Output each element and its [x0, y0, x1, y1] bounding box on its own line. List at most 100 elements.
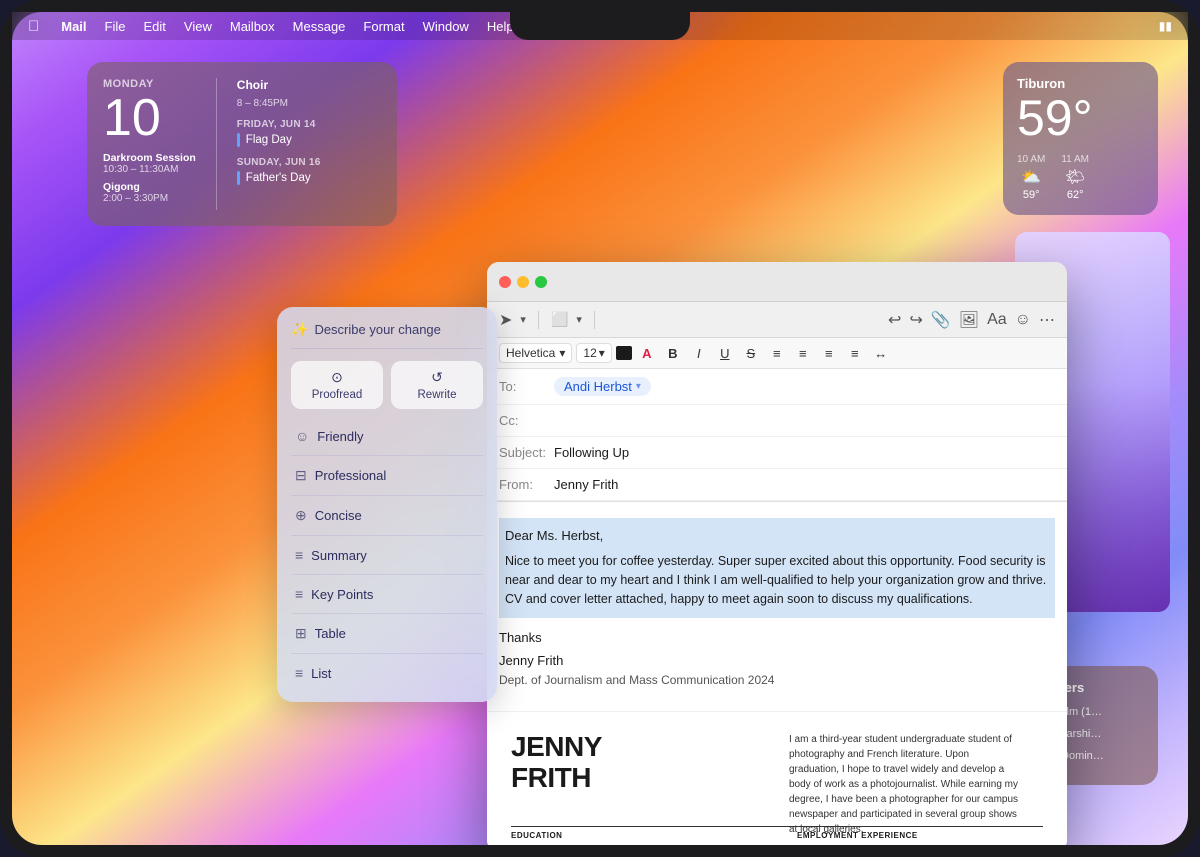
calendar-section-date-1: FRIDAY, JUN 14: [237, 119, 381, 130]
more-format-btn[interactable]: ↔: [870, 342, 892, 364]
from-value: Jenny Frith: [554, 477, 1055, 492]
subject-field-row: Subject: Following Up: [487, 437, 1067, 469]
ai-separator-3: [291, 535, 483, 536]
ai-option-professional[interactable]: ⊟ Professional: [291, 460, 483, 491]
calendar-event-qigong: Qigong 2:00 – 3:30PM: [103, 181, 196, 204]
proofread-button[interactable]: ⊙ Proofread: [291, 361, 383, 409]
font-size-selector[interactable]: 12 ▾: [576, 343, 611, 363]
more-icon[interactable]: ⋯: [1039, 310, 1055, 330]
calendar-flag-day: Flag Day: [237, 133, 381, 147]
calendar-choir-time: 8 – 8:45PM: [237, 98, 381, 109]
mail-body-paragraph: Nice to meet you for coffee yesterday. S…: [505, 552, 1049, 610]
italic-btn[interactable]: I: [688, 342, 710, 364]
ai-actions-row: ⊙ Proofread ↺ Rewrite: [291, 361, 483, 409]
mail-body[interactable]: Dear Ms. Herbst, Nice to meet you for co…: [487, 502, 1067, 712]
menu-mail[interactable]: Mail: [61, 19, 86, 34]
resume-education-text: Expected June 2024 BACHELOR OF FINE ARTS…: [511, 844, 757, 845]
mail-body-selected-text: Dear Ms. Herbst, Nice to meet you for co…: [499, 518, 1055, 618]
text-color-swatch[interactable]: [616, 346, 632, 360]
minimize-button[interactable]: [517, 276, 529, 288]
ai-option-summary[interactable]: ≡ Summary: [291, 540, 483, 570]
proofread-icon: ⊙: [297, 369, 377, 386]
undo-icon[interactable]: ↩: [888, 310, 901, 330]
mail-thanks: Thanks: [499, 628, 1055, 648]
close-button[interactable]: [499, 276, 511, 288]
apple-menu[interactable]: : [28, 18, 39, 35]
calendar-divider: [216, 78, 217, 210]
keypoints-icon: ≡: [295, 586, 303, 602]
ai-separator-4: [291, 574, 483, 575]
traffic-lights: [499, 276, 547, 288]
photo-icon[interactable]: 🖼: [959, 310, 979, 330]
send-dropdown-icon[interactable]: ▾: [520, 313, 526, 326]
emoji-icon[interactable]: ☺: [1015, 311, 1031, 329]
ai-option-table[interactable]: ⊞ Table: [291, 618, 483, 649]
tablet-frame:  Mail File Edit View Mailbox Message Fo…: [0, 0, 1200, 857]
attach-icon[interactable]: 📎: [931, 310, 951, 330]
font-selector[interactable]: Helvetica ▾: [499, 343, 572, 363]
ai-option-friendly[interactable]: ☺ Friendly: [291, 421, 483, 451]
menu-view[interactable]: View: [184, 19, 212, 34]
menu-file[interactable]: File: [105, 19, 126, 34]
align-left-btn[interactable]: ≡: [766, 342, 788, 364]
weather-city: Tiburon: [1017, 76, 1144, 91]
from-label: From:: [499, 477, 554, 492]
to-value: Andi Herbst ▾: [554, 377, 1055, 396]
ai-panel-title: Describe your change: [314, 322, 440, 337]
menu-mailbox[interactable]: Mailbox: [230, 19, 275, 34]
redo-icon[interactable]: ↪: [909, 310, 922, 330]
menu-message[interactable]: Message: [293, 19, 346, 34]
list-format-btn[interactable]: ≡: [844, 342, 866, 364]
from-field-row: From: Jenny Frith: [487, 469, 1067, 501]
view-dropdown-icon[interactable]: ▾: [576, 313, 582, 326]
ai-separator-2: [291, 495, 483, 496]
rewrite-button[interactable]: ↺ Rewrite: [391, 361, 483, 409]
menu-format[interactable]: Format: [363, 19, 404, 34]
camera-notch: [510, 12, 690, 40]
mail-signature-name: Jenny Frith: [499, 651, 1055, 671]
resume-intro: I am a third-year student undergraduate …: [789, 732, 1019, 837]
compose-view-icon[interactable]: ⬜: [551, 311, 568, 328]
menu-window[interactable]: Window: [423, 19, 469, 34]
mail-window: ➤ ▾ ⬜ ▾ ↩ ↪ 📎 🖼 Aa ☺ ⋯ Helvetica ▾: [487, 262, 1067, 845]
calendar-event-darkroom: Darkroom Session 10:30 – 11:30AM: [103, 152, 196, 175]
subject-value[interactable]: Following Up: [554, 445, 1055, 460]
friendly-icon: ☺: [295, 428, 309, 444]
resume-employment-text: SEPTEMBER 2021–PRESENT Photographer CAMP…: [797, 844, 1043, 845]
cc-field-row: Cc:: [487, 405, 1067, 437]
ai-option-list[interactable]: ≡ List: [291, 658, 483, 688]
list-icon: ≡: [295, 665, 303, 681]
strikethrough-btn[interactable]: S: [740, 342, 762, 364]
mail-fields: To: Andi Herbst ▾ Cc: Subject: Following…: [487, 369, 1067, 502]
calendar-widget: MONDAY 10 Darkroom Session 10:30 – 11:30…: [87, 62, 397, 226]
send-icon[interactable]: ➤: [499, 310, 512, 330]
mail-titlebar: [487, 262, 1067, 302]
format-highlight-btn[interactable]: A: [636, 342, 658, 364]
wand-icon: ✨: [291, 321, 308, 338]
bold-btn[interactable]: B: [662, 342, 684, 364]
to-label: To:: [499, 379, 554, 394]
weather-11am: 11 AM 🌤 62°: [1061, 154, 1089, 201]
mail-compose-toolbar: ➤ ▾ ⬜ ▾ ↩ ↪ 📎 🖼 Aa ☺ ⋯: [487, 302, 1067, 338]
recipient-tag[interactable]: Andi Herbst ▾: [554, 377, 651, 396]
font-icon[interactable]: Aa: [987, 311, 1007, 329]
align-right-btn[interactable]: ≡: [818, 342, 840, 364]
ai-separator-6: [291, 653, 483, 654]
format-bar: Helvetica ▾ 12 ▾ A B I U S ≡ ≡ ≡ ≡ ↔: [487, 338, 1067, 369]
rewrite-icon: ↺: [397, 369, 477, 386]
cc-label: Cc:: [499, 413, 554, 428]
fullscreen-button[interactable]: [535, 276, 547, 288]
tablet-screen:  Mail File Edit View Mailbox Message Fo…: [12, 12, 1188, 845]
table-icon: ⊞: [295, 625, 307, 642]
resume-education-title: EDUCATION: [511, 831, 757, 840]
align-center-btn[interactable]: ≡: [792, 342, 814, 364]
mail-attachment-resume: JENNY FRITH I am a third-year student un…: [487, 712, 1067, 845]
ai-separator-1: [291, 455, 483, 456]
menu-edit[interactable]: Edit: [144, 19, 166, 34]
ai-option-keypoints[interactable]: ≡ Key Points: [291, 579, 483, 609]
ai-option-concise[interactable]: ⊕ Concise: [291, 500, 483, 531]
underline-btn[interactable]: U: [714, 342, 736, 364]
mail-greeting: Dear Ms. Herbst,: [505, 526, 1049, 546]
battery-icon: ▮▮: [1159, 19, 1172, 33]
summary-icon: ≡: [295, 547, 303, 563]
